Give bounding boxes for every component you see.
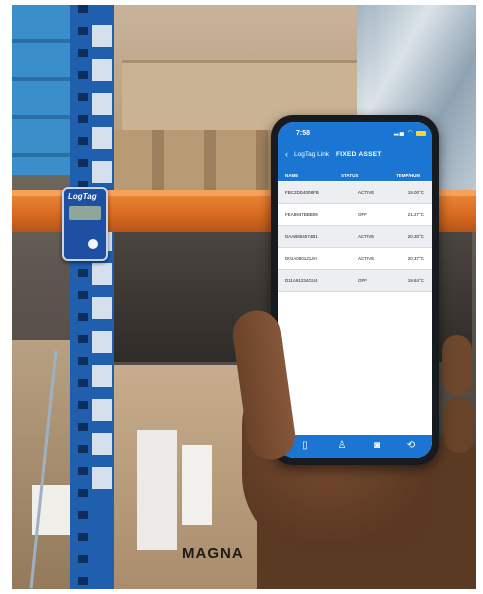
asset-name: D11A91234GU4 (285, 278, 318, 283)
phone-screen: 7:58 ▂▄ ◠ ‹ LogTag Link FIXED ASSET NAME… (278, 122, 432, 458)
asset-temperature: 20.30°C (407, 234, 424, 239)
photo-frame: MAGNA LogTag 7:58 ▂▄ ◠ ‹ LogTag Link FIX… (12, 5, 476, 589)
signal-wifi-icon: ▂▄ ◠ (394, 130, 414, 136)
page-title: FIXED ASSET (336, 151, 382, 158)
app-header: 7:58 ▂▄ ◠ ‹ LogTag Link FIXED ASSET (278, 122, 432, 170)
asset-status: OFF (358, 278, 367, 283)
rack-upright-holes (78, 5, 88, 589)
asset-temperature: 21.27°C (407, 212, 424, 217)
sensor-icon[interactable]: ♙ (334, 440, 350, 452)
logger-button (88, 239, 98, 249)
blue-storage-bins (12, 5, 72, 175)
asset-name: DAAB864574B1 (285, 234, 318, 239)
table-row[interactable]: DAAB864574B1 ACTIVE 20.30°C (278, 226, 432, 248)
column-header-name[interactable]: NAME (285, 173, 298, 178)
camera-icon[interactable]: ◙ (369, 440, 385, 452)
logtag-temperature-logger: LogTag (62, 187, 108, 261)
bottom-tab-bar: ▯ ♙ ◙ ⟲ (278, 435, 432, 458)
table-row[interactable]: D11A91234GU4 OFF 19.84°C (278, 270, 432, 292)
box-shipping-label (137, 430, 177, 550)
finger (442, 335, 472, 395)
table-header: NAME STATUS TEMP/HUM (278, 170, 432, 181)
finger (444, 397, 474, 453)
logger-lcd-screen (69, 206, 101, 220)
asset-name: D01A060121JH (285, 256, 317, 261)
carton-brand-text: MAGNA (182, 545, 244, 562)
battery-icon (416, 131, 426, 136)
column-header-temperature[interactable]: TEMP/HUM (396, 173, 420, 178)
logtag-logo: LogTag (68, 192, 97, 201)
box-shipping-label (182, 445, 212, 525)
asset-table: FBC2DD4008FB ACTIVE 19.00°C FEA8947BBB09… (278, 182, 432, 292)
status-time: 7:58 (296, 130, 311, 137)
phone-icon[interactable]: ▯ (297, 440, 313, 452)
table-row[interactable]: FEA8947BBB09 OFF 21.27°C (278, 204, 432, 226)
asset-status: OFF (358, 212, 367, 217)
back-button[interactable]: LogTag Link (294, 151, 329, 158)
asset-status: ACTIVE (358, 190, 375, 195)
asset-status: ACTIVE (358, 234, 375, 239)
table-row[interactable]: D01A060121JH ACTIVE 20.37°C (278, 248, 432, 270)
asset-name: FEA8947BBB09 (285, 212, 318, 217)
asset-temperature: 20.37°C (407, 256, 424, 261)
chevron-left-icon[interactable]: ‹ (285, 150, 288, 159)
smartphone: 7:58 ▂▄ ◠ ‹ LogTag Link FIXED ASSET NAME… (271, 115, 439, 465)
asset-temperature: 19.84°C (407, 278, 424, 283)
column-header-status[interactable]: STATUS (341, 173, 358, 178)
asset-name: FBC2DD4008FB (285, 190, 319, 195)
empty-list-area (278, 292, 432, 435)
table-row[interactable]: FBC2DD4008FB ACTIVE 19.00°C (278, 182, 432, 204)
asset-temperature: 19.00°C (407, 190, 424, 195)
sync-icon[interactable]: ⟲ (403, 440, 419, 452)
asset-status: ACTIVE (358, 256, 375, 261)
